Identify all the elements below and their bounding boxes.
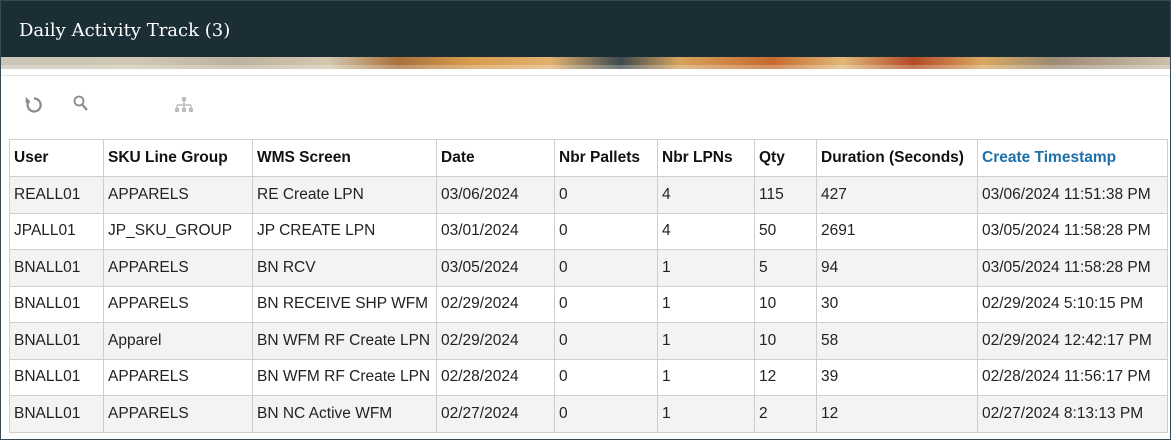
cell-create-timestamp: 02/28/2024 11:56:17 PM	[977, 358, 1168, 396]
cell-nbr-lpns: 4	[657, 176, 755, 214]
cell-sku-line-group: JP_SKU_GROUP	[103, 212, 253, 250]
cell-date: 03/01/2024	[436, 212, 555, 250]
cell-qty: 50	[754, 212, 817, 250]
cell-nbr-lpns: 1	[657, 285, 755, 323]
cell-nbr-pallets: 0	[554, 249, 658, 287]
cell-nbr-pallets: 0	[554, 176, 658, 214]
cell-duration: 30	[816, 285, 978, 323]
cell-qty: 12	[754, 358, 817, 396]
toolbar	[1, 75, 1170, 132]
column-header-nbr-pallets[interactable]: Nbr Pallets	[554, 139, 658, 177]
cell-qty: 2	[754, 395, 817, 433]
column-header-sku-line-group[interactable]: SKU Line Group	[103, 139, 253, 177]
cell-nbr-pallets: 0	[554, 285, 658, 323]
cell-nbr-lpns: 1	[657, 358, 755, 396]
cell-qty: 115	[754, 176, 817, 214]
column-header-qty[interactable]: Qty	[754, 139, 817, 177]
daily-activity-track-panel: Daily Activity Track (3) User SKU Line G…	[0, 0, 1171, 440]
cell-create-timestamp: 03/05/2024 11:58:28 PM	[977, 212, 1168, 250]
table-row[interactable]: BNALL01 Apparel BN WFM RF Create LPN 02/…	[9, 322, 1168, 360]
table-row[interactable]: BNALL01 APPARELS BN RECEIVE SHP WFM 02/2…	[9, 285, 1168, 323]
cell-wms-screen: BN RCV	[252, 249, 437, 287]
table-row[interactable]: BNALL01 APPARELS BN RCV 03/05/2024 0 1 5…	[9, 249, 1168, 287]
table-row[interactable]: JPALL01 JP_SKU_GROUP JP CREATE LPN 03/01…	[9, 212, 1168, 250]
column-header-wms-screen[interactable]: WMS Screen	[252, 139, 437, 177]
cell-sku-line-group: APPARELS	[103, 358, 253, 396]
cell-duration: 58	[816, 322, 978, 360]
column-header-nbr-lpns[interactable]: Nbr LPNs	[657, 139, 755, 177]
cell-nbr-pallets: 0	[554, 322, 658, 360]
hierarchy-icon[interactable]	[173, 94, 195, 116]
cell-duration: 94	[816, 249, 978, 287]
cell-nbr-lpns: 1	[657, 395, 755, 433]
cell-date: 02/29/2024	[436, 285, 555, 323]
cell-duration: 39	[816, 358, 978, 396]
cell-date: 03/05/2024	[436, 249, 555, 287]
cell-sku-line-group: APPARELS	[103, 249, 253, 287]
cell-user: BNALL01	[9, 358, 104, 396]
cell-create-timestamp: 02/29/2024 5:10:15 PM	[977, 285, 1168, 323]
cell-wms-screen: BN WFM RF Create LPN	[252, 322, 437, 360]
cell-sku-line-group: APPARELS	[103, 176, 253, 214]
cell-wms-screen: BN NC Active WFM	[252, 395, 437, 433]
cell-qty: 10	[754, 322, 817, 360]
cell-duration: 12	[816, 395, 978, 433]
cell-nbr-lpns: 1	[657, 249, 755, 287]
panel-title: Daily Activity Track (3)	[19, 20, 231, 41]
cell-qty: 10	[754, 285, 817, 323]
cell-date: 03/06/2024	[436, 176, 555, 214]
cell-user: BNALL01	[9, 285, 104, 323]
column-header-create-timestamp[interactable]: Create Timestamp	[977, 139, 1168, 177]
cell-create-timestamp: 03/06/2024 11:51:38 PM	[977, 176, 1168, 214]
column-header-date[interactable]: Date	[436, 139, 555, 177]
cell-create-timestamp: 03/05/2024 11:58:28 PM	[977, 249, 1168, 287]
header-decoration	[1, 57, 1170, 69]
search-icon[interactable]	[71, 94, 93, 116]
cell-sku-line-group: APPARELS	[103, 395, 253, 433]
cell-nbr-pallets: 0	[554, 212, 658, 250]
cell-qty: 5	[754, 249, 817, 287]
refresh-icon[interactable]	[23, 94, 45, 116]
cell-date: 02/29/2024	[436, 322, 555, 360]
cell-create-timestamp: 02/27/2024 8:13:13 PM	[977, 395, 1168, 433]
cell-wms-screen: JP CREATE LPN	[252, 212, 437, 250]
cell-user: BNALL01	[9, 395, 104, 433]
cell-wms-screen: BN WFM RF Create LPN	[252, 358, 437, 396]
cell-user: BNALL01	[9, 249, 104, 287]
cell-date: 02/28/2024	[436, 358, 555, 396]
cell-user: JPALL01	[9, 212, 104, 250]
cell-user: REALL01	[9, 176, 104, 214]
cell-date: 02/27/2024	[436, 395, 555, 433]
cell-nbr-lpns: 4	[657, 212, 755, 250]
table-row[interactable]: REALL01 APPARELS RE Create LPN 03/06/202…	[9, 176, 1168, 214]
activity-table: User SKU Line Group WMS Screen Date Nbr …	[9, 139, 1168, 433]
cell-create-timestamp: 02/29/2024 12:42:17 PM	[977, 322, 1168, 360]
table-row[interactable]: BNALL01 APPARELS BN WFM RF Create LPN 02…	[9, 358, 1168, 396]
table-row[interactable]: BNALL01 APPARELS BN NC Active WFM 02/27/…	[9, 395, 1168, 433]
cell-user: BNALL01	[9, 322, 104, 360]
cell-sku-line-group: Apparel	[103, 322, 253, 360]
column-header-user[interactable]: User	[9, 139, 104, 177]
cell-wms-screen: BN RECEIVE SHP WFM	[252, 285, 437, 323]
cell-nbr-pallets: 0	[554, 358, 658, 396]
cell-sku-line-group: APPARELS	[103, 285, 253, 323]
column-header-duration[interactable]: Duration (Seconds)	[816, 139, 978, 177]
cell-nbr-lpns: 1	[657, 322, 755, 360]
cell-wms-screen: RE Create LPN	[252, 176, 437, 214]
cell-nbr-pallets: 0	[554, 395, 658, 433]
cell-duration: 2691	[816, 212, 978, 250]
panel-header: Daily Activity Track (3)	[1, 1, 1170, 57]
table-header-row: User SKU Line Group WMS Screen Date Nbr …	[9, 139, 1168, 177]
cell-duration: 427	[816, 176, 978, 214]
